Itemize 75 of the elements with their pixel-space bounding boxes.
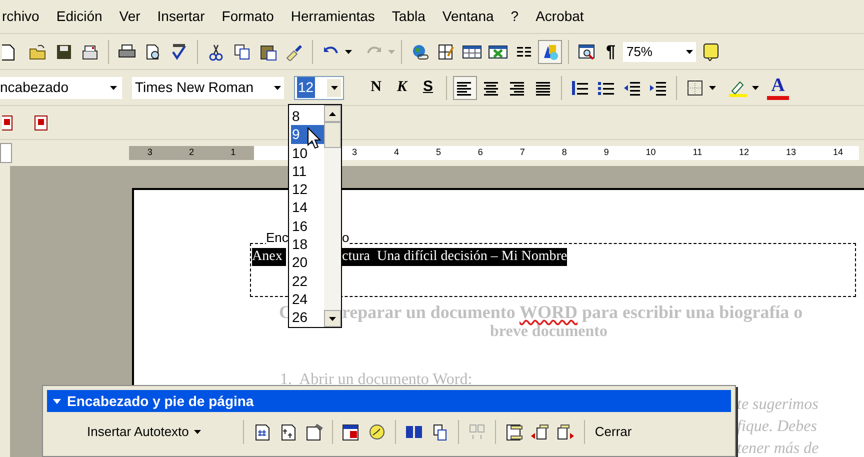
ruler-number: 6 [478,146,483,160]
font-dropdown[interactable]: Times New Roman [132,76,284,98]
menu-item[interactable]: Edición [56,6,102,27]
align-left-icon[interactable] [453,76,477,100]
ruler-number: 11 [692,146,702,160]
zoom-field[interactable]: 75% [622,40,698,62]
scrollbar-thumb[interactable] [324,122,341,148]
body-text: te sugerimos [737,395,818,415]
menu-item[interactable]: rchivo [2,6,40,27]
insert-autotext-button[interactable]: Insertar Autotexto [87,422,201,442]
font-size-option[interactable]: 26 [291,308,324,327]
scroll-down-icon[interactable] [329,316,336,320]
caret-icon[interactable] [709,86,716,90]
ruler-number: 2 [188,146,194,160]
body-text: fique. Debes [737,417,817,437]
body-text: tener más de [737,439,819,457]
document-title: reparar un documento WORD para escribir una biografía o [342,301,803,324]
font-size-option[interactable]: 14 [291,198,324,217]
font-size-option[interactable]: 10 [291,144,324,162]
font-size-option[interactable]: 11 [291,162,324,180]
menu-item[interactable]: Ventana [442,6,494,27]
italic-button[interactable]: K [390,76,414,99]
caret-icon[interactable] [110,86,117,90]
menu-item[interactable]: Insertar [157,6,205,27]
toolbar-title: Encabezado y pie de página [67,392,254,411]
menu-item[interactable]: Acrobat [536,6,584,27]
caret-icon[interactable] [330,86,338,90]
menu-item[interactable]: ? [510,6,519,27]
ruler-button[interactable] [0,143,12,163]
caret-icon[interactable] [194,430,201,434]
font-size-option[interactable]: 12 [291,180,324,198]
ruler-number: 14 [832,146,843,160]
caret-icon[interactable] [53,398,61,404]
mouse-cursor-icon [307,127,321,149]
toolbar-title-bar[interactable]: Encabezado y pie de página [47,390,731,412]
ruler-number: 3 [352,146,358,160]
ruler-number: 7 [520,146,525,160]
font-size-option[interactable]: 16 [291,216,324,236]
caret-icon[interactable] [686,50,694,54]
ruler-number: 12 [739,146,750,160]
shapes-icon[interactable] [538,40,562,64]
show-marks-button[interactable]: ¶ [601,38,620,64]
ruler-number: 9 [604,146,609,160]
header-text: Anex [252,248,286,266]
header-text: ctura Una difícil decisión – Mi Nombre [342,248,568,266]
font-size-option[interactable]: 18 [291,235,324,254]
font-size-option[interactable]: 24 [291,290,324,308]
ruler-number: 8 [562,146,567,160]
caret-icon[interactable] [752,86,759,90]
caret-icon[interactable] [345,50,352,54]
bold-button[interactable]: N [364,76,388,99]
ruler-number: 5 [436,146,441,160]
font-color-button[interactable]: A [767,76,789,100]
font-size-option[interactable]: 22 [291,272,324,290]
font-size-list[interactable]: 8 9 10 11 12 14 16 18 20 22 24 26 [288,104,342,328]
ruler-number: 13 [786,146,796,160]
font-size-option[interactable]: 20 [291,253,324,272]
menu-item[interactable]: Herramientas [290,6,375,27]
menu-item[interactable]: Ver [119,6,140,27]
ruler-number: 4 [394,146,399,160]
ruler-number: 1 [230,146,236,160]
font-size-option[interactable]: 8 [291,107,324,126]
menu-item[interactable]: Tabla [392,6,426,27]
close-button[interactable]: Cerrar [590,422,636,442]
scroll-up-icon[interactable] [329,112,336,116]
font-size-field[interactable]: 12 [294,76,344,100]
list-item: 1. Abrir un documento Word: [280,370,472,390]
style-dropdown[interactable]: ncabezado [0,76,122,98]
caret-icon[interactable] [274,86,281,90]
scrollbar[interactable] [324,105,341,327]
menu-item[interactable]: Formato [222,6,274,27]
underline-button[interactable]: S [416,76,440,99]
document-title: breve documento [490,322,608,342]
ruler-number: 3 [147,146,152,160]
ruler-number: 10 [646,146,656,160]
